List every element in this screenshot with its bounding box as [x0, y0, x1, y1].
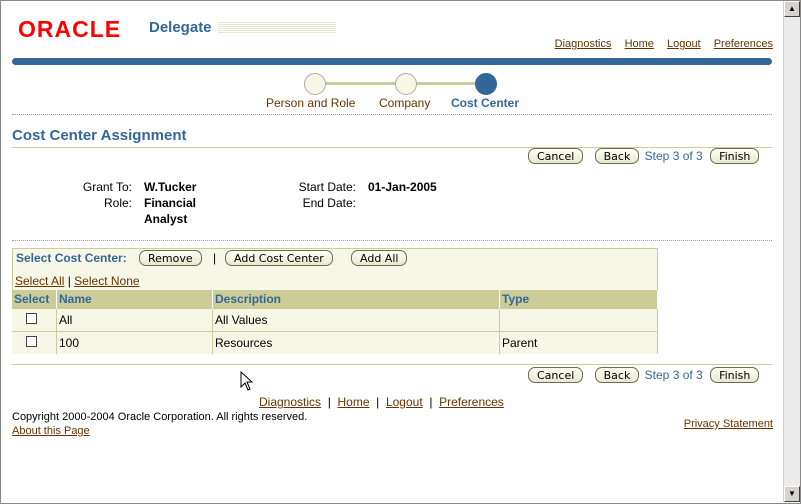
bottom-divider: [12, 364, 772, 365]
divider: [12, 240, 772, 241]
train-label-person-role[interactable]: Person and Role: [266, 96, 355, 110]
grant-to-value: W.Tucker: [144, 180, 197, 194]
copyright-text: Copyright 2000-2004 Oracle Corporation. …: [12, 411, 308, 423]
table-row: All All Values: [12, 308, 658, 332]
column-header-description: Description: [212, 290, 500, 309]
header-bar: [12, 58, 772, 65]
table-header-row: Select Name Description Type: [12, 290, 658, 309]
home-link[interactable]: Home: [625, 38, 654, 50]
train-label-cost-center: Cost Center: [451, 96, 520, 110]
role-label: Role:: [103, 196, 132, 210]
divider: [12, 114, 772, 115]
column-header-name: Name: [56, 290, 213, 309]
mouse-cursor-icon: [240, 371, 254, 391]
link-separator: |: [67, 274, 71, 288]
type-cell: Parent: [499, 331, 658, 354]
select-cell: [12, 331, 57, 354]
footer-logout-link[interactable]: Logout: [386, 395, 423, 409]
header-decoration: [218, 22, 336, 34]
bottom-button-bar: Cancel Back Step 3 of 3 Finish: [528, 367, 760, 383]
grant-to-label: Grant To:: [82, 180, 132, 194]
row-checkbox[interactable]: [26, 336, 37, 347]
page-title: Cost Center Assignment: [12, 127, 187, 144]
select-all-link[interactable]: Select All: [15, 274, 64, 288]
train-connector: [316, 82, 406, 85]
vertical-scrollbar[interactable]: ▲ ▼: [783, 1, 800, 502]
back-button[interactable]: Back: [594, 148, 640, 164]
column-header-type: Type: [499, 290, 658, 309]
role-value-line1: Financial: [144, 196, 197, 210]
step-indicator: Step 3 of 3: [644, 149, 703, 163]
top-button-bar: Cancel Back Step 3 of 3 Finish: [528, 148, 760, 164]
start-date-value: 01-Jan-2005: [368, 180, 437, 194]
cancel-button[interactable]: Cancel: [528, 367, 584, 383]
finish-button[interactable]: Finish: [710, 367, 760, 383]
logout-link[interactable]: Logout: [667, 38, 701, 50]
finish-button[interactable]: Finish: [710, 148, 760, 164]
about-page-link[interactable]: About this Page: [12, 425, 90, 437]
select-none-link[interactable]: Select None: [74, 274, 139, 288]
name-cell: 100: [56, 331, 213, 354]
add-all-button[interactable]: Add All: [351, 250, 408, 266]
diagnostics-link[interactable]: Diagnostics: [555, 38, 612, 50]
table-row: 100 Resources Parent: [12, 331, 658, 354]
select-cell: [12, 308, 57, 332]
column-header-select: Select: [12, 290, 57, 309]
step-indicator: Step 3 of 3: [644, 368, 703, 382]
scroll-up-icon[interactable]: ▲: [784, 1, 800, 17]
name-cell: All: [56, 308, 213, 332]
footer-preferences-link[interactable]: Preferences: [439, 395, 504, 409]
description-cell: All Values: [212, 308, 500, 332]
cancel-button[interactable]: Cancel: [528, 148, 584, 164]
description-cell: Resources: [212, 331, 500, 354]
cost-center-table: Select Name Description Type All All Val…: [12, 290, 658, 354]
remove-button[interactable]: Remove: [139, 250, 202, 266]
oracle-logo: ORACLE: [18, 16, 122, 42]
footer-links: Diagnostics | Home | Logout | Preference…: [259, 395, 504, 409]
start-date-label: Start Date:: [298, 180, 356, 194]
button-separator: |: [213, 251, 217, 265]
add-cost-center-button[interactable]: Add Cost Center: [225, 250, 333, 266]
row-checkbox[interactable]: [26, 313, 37, 324]
footer-diagnostics-link[interactable]: Diagnostics: [259, 395, 321, 409]
global-links: Diagnostics Home Logout Preferences: [545, 38, 773, 50]
app-name: Delegate: [149, 19, 212, 36]
footer-home-link[interactable]: Home: [337, 395, 369, 409]
train-step-cost-center-icon: [475, 73, 497, 95]
train-connector: [406, 82, 486, 85]
train-label-company[interactable]: Company: [379, 96, 430, 110]
scroll-down-icon[interactable]: ▼: [784, 486, 800, 502]
preferences-link[interactable]: Preferences: [714, 38, 773, 50]
selection-links: Select All | Select None: [15, 274, 140, 288]
end-date-label: End Date:: [302, 196, 356, 210]
back-button[interactable]: Back: [594, 367, 640, 383]
train-step-person-role-icon[interactable]: [304, 73, 326, 95]
type-cell: [499, 308, 658, 332]
train-step-company-icon[interactable]: [395, 73, 417, 95]
privacy-statement-link[interactable]: Privacy Statement: [684, 418, 773, 430]
select-cost-center-label: Select Cost Center:: [16, 251, 127, 265]
role-value-line2: Analyst: [144, 212, 188, 226]
